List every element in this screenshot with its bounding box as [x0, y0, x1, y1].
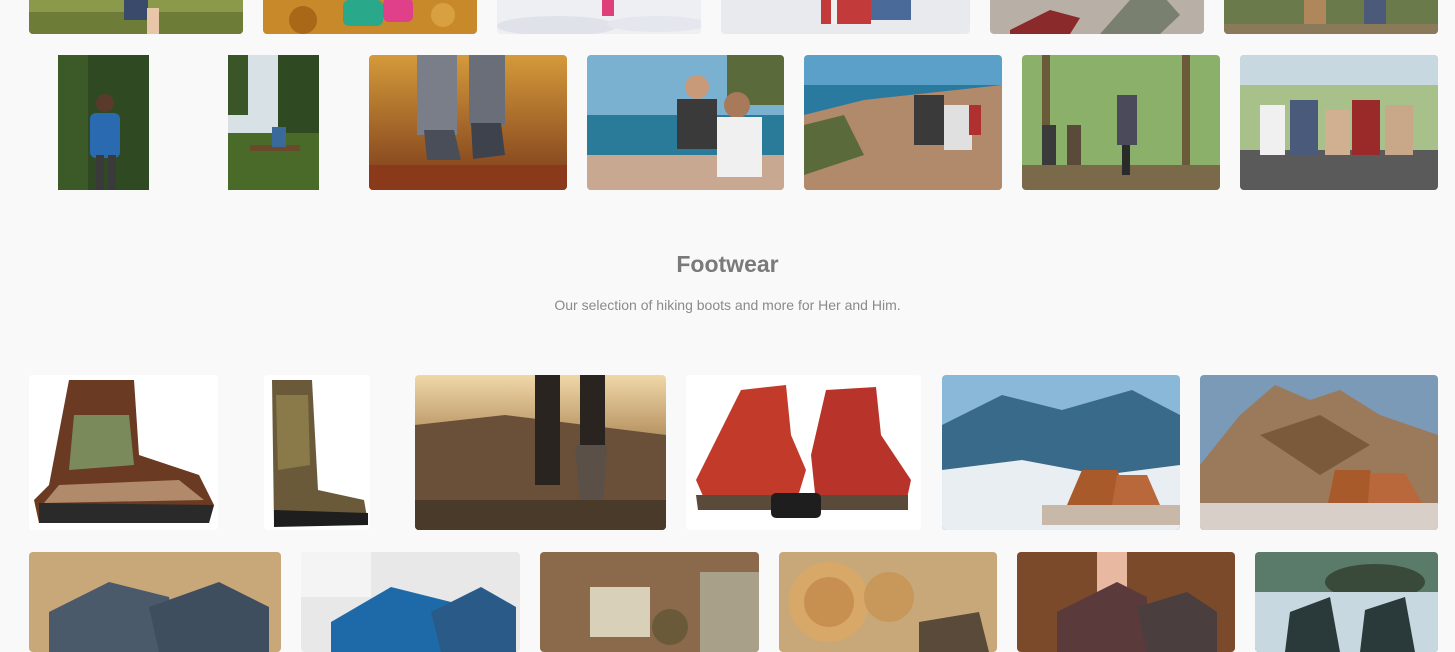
footwear-photo-map-gear[interactable]: [540, 552, 759, 652]
gallery-photo-forest-backpacker[interactable]: [58, 55, 149, 190]
footwear-section-subtitle: Our selection of hiking boots and more f…: [554, 297, 901, 313]
gallery-photo-boots-rest[interactable]: [990, 0, 1204, 34]
gallery-photo-bench-rest[interactable]: [228, 55, 319, 190]
gallery-photo-hiking-pair[interactable]: [1224, 0, 1438, 34]
footwear-photo-tall-camo-boot[interactable]: [264, 375, 370, 530]
gallery-photo-hiker-grass[interactable]: [29, 0, 243, 34]
gallery-photo-snow[interactable]: [497, 0, 701, 34]
footwear-photo-boots-dolomites[interactable]: [1200, 375, 1438, 530]
footwear-photo-grey-boots[interactable]: [29, 552, 281, 652]
gallery-photo-friends-rest[interactable]: [1240, 55, 1438, 190]
gallery-photo-autumn-kids[interactable]: [263, 0, 477, 34]
footwear-photo-hiker-trail[interactable]: [415, 375, 666, 530]
gallery-photo-forest-group[interactable]: [1022, 55, 1220, 190]
gallery-photo-autumn-boots[interactable]: [369, 55, 567, 190]
footwear-photo-logs[interactable]: [779, 552, 997, 652]
gallery-photo-winter-couple[interactable]: [721, 0, 970, 34]
gallery-photo-phone-couple[interactable]: [587, 55, 784, 190]
gallery-photo-cliff-couple[interactable]: [804, 55, 1002, 190]
footwear-photo-pink-boots[interactable]: [1017, 552, 1235, 652]
footwear-section-title: Footwear: [676, 251, 779, 277]
footwear-photo-red-boots[interactable]: [686, 375, 921, 530]
footwear-photo-blue-shoes[interactable]: [301, 552, 520, 652]
footwear-photo-boots-clouds[interactable]: [942, 375, 1180, 530]
footwear-photo-river-boots[interactable]: [1255, 552, 1438, 652]
footwear-photo-camo-boot[interactable]: [29, 375, 218, 530]
